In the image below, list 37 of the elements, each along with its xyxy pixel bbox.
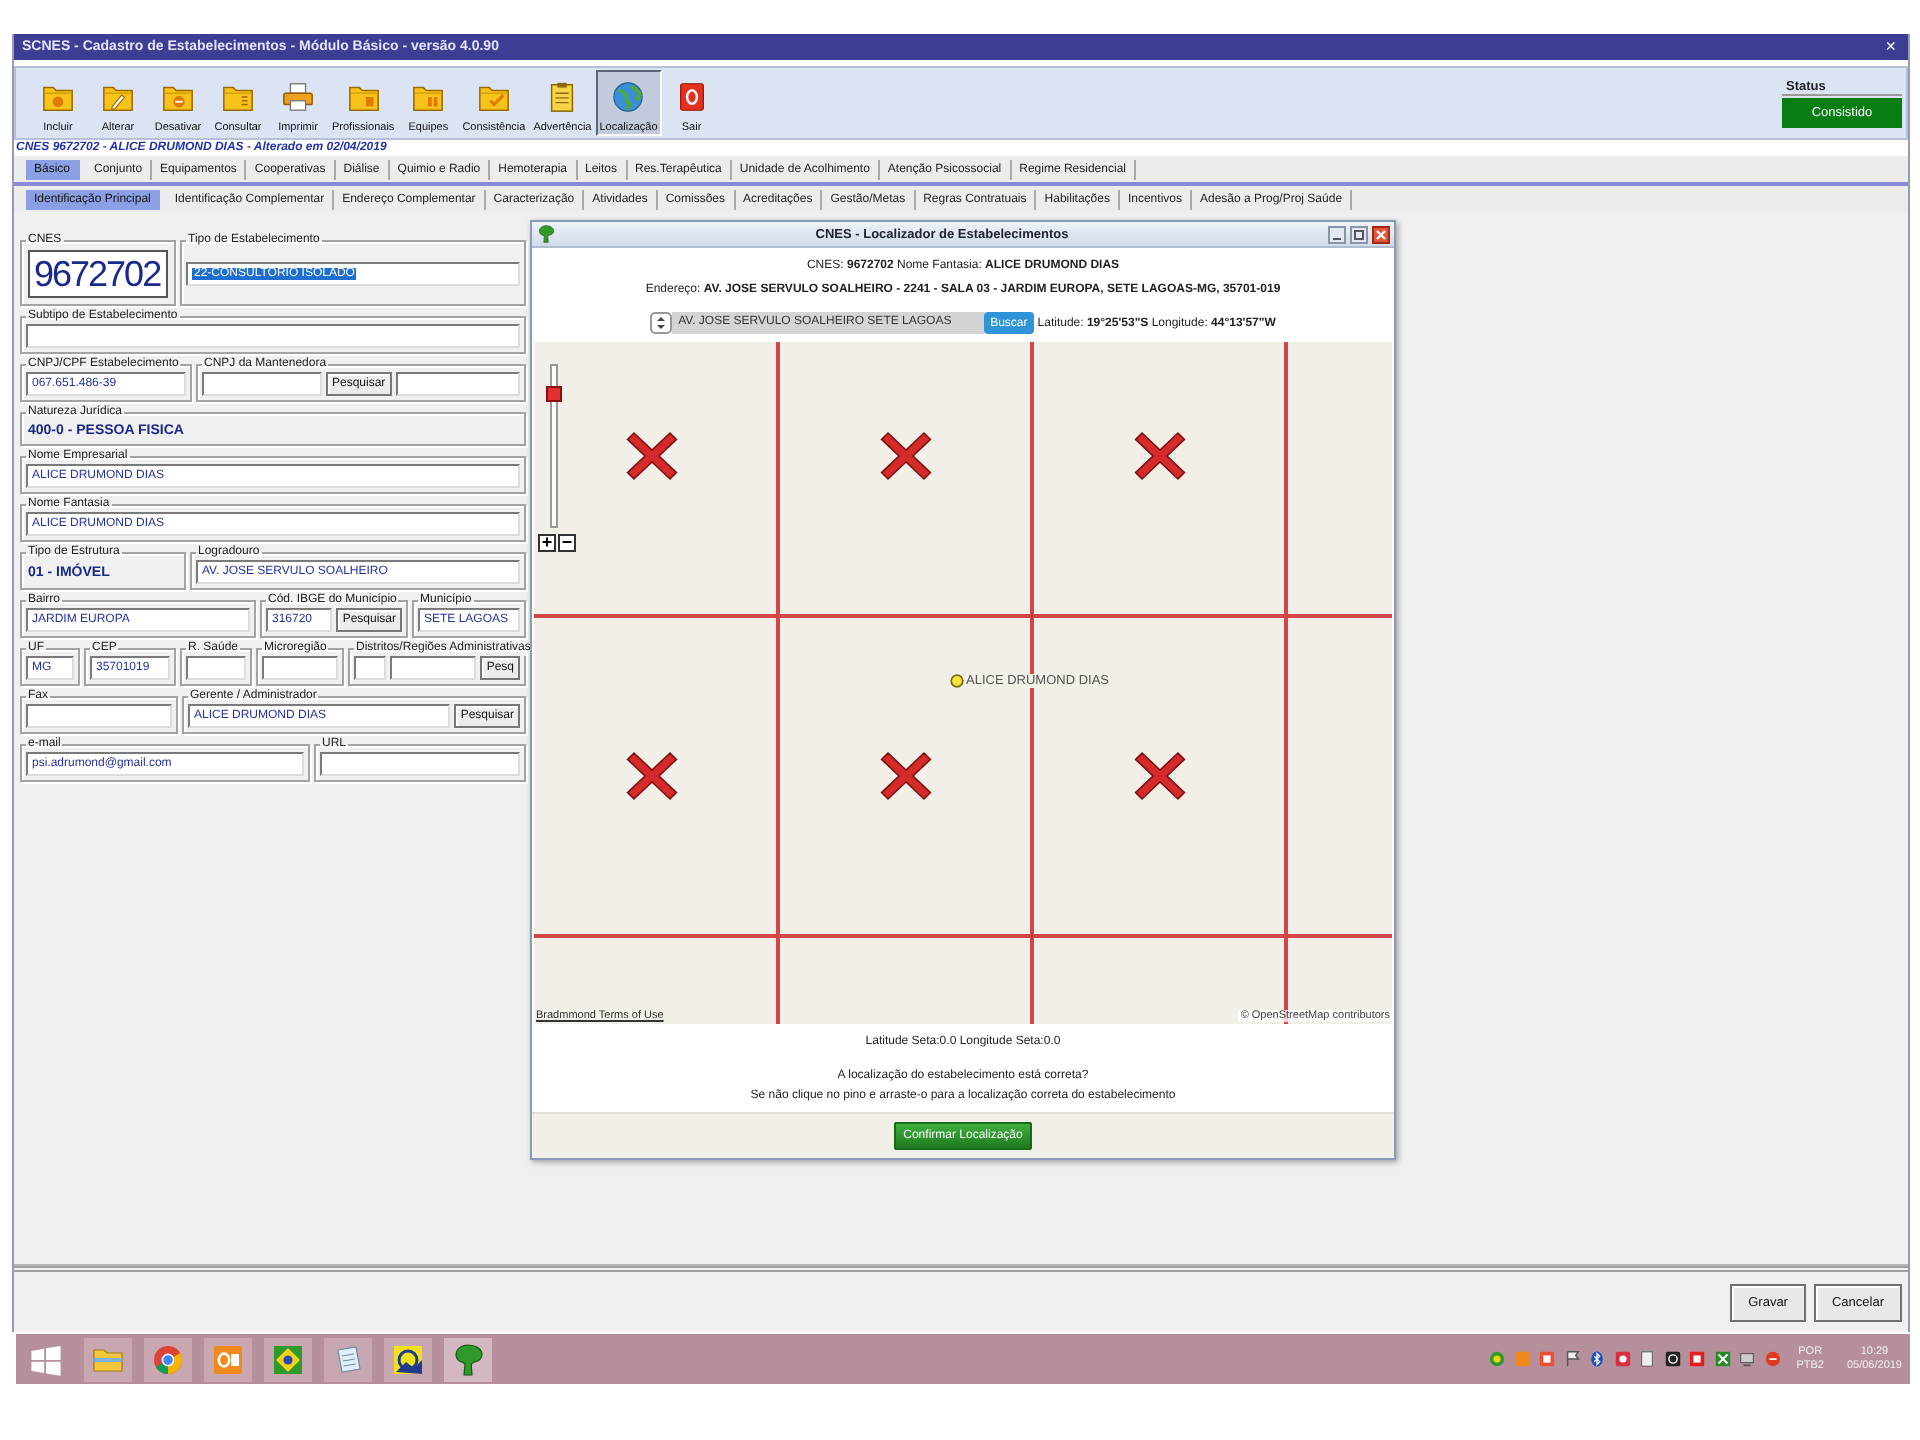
tray-icon[interactable]: [1563, 1350, 1582, 1368]
close-button[interactable]: ×: [1881, 38, 1900, 56]
close-button[interactable]: [1372, 225, 1390, 243]
tree-icon[interactable]: [444, 1337, 492, 1381]
minimize-button[interactable]: [1328, 225, 1346, 243]
zoom-slider[interactable]: [550, 364, 558, 528]
tray-icon[interactable]: [1663, 1350, 1682, 1368]
notepad-icon[interactable]: [324, 1337, 372, 1381]
text-field[interactable]: [262, 656, 338, 680]
tray-icon[interactable]: [1588, 1350, 1607, 1368]
text-field[interactable]: [395, 372, 520, 396]
maximize-button[interactable]: [1350, 225, 1368, 243]
x-mark-icon: [879, 428, 931, 484]
x-mark-icon: [625, 748, 677, 804]
zoom-slider-thumb[interactable]: [546, 385, 562, 402]
text-field[interactable]: [354, 656, 386, 680]
x-mark-icon: [625, 428, 677, 484]
browser-icon[interactable]: [144, 1337, 192, 1381]
x-mark-icon: [1133, 428, 1185, 484]
x-mark-icon: [1133, 748, 1185, 804]
text-field[interactable]: [390, 656, 477, 680]
zoom-out-button[interactable]: −: [558, 534, 576, 552]
spinner-icon[interactable]: [650, 312, 673, 334]
number-field: 9672702: [28, 250, 169, 298]
x-mark-icon: [879, 748, 931, 804]
zoom-in-button[interactable]: +: [538, 534, 556, 552]
text-field[interactable]: [186, 656, 246, 680]
text-field[interactable]: [26, 704, 172, 728]
text-field[interactable]: [202, 372, 322, 396]
text-field[interactable]: [320, 752, 520, 776]
text-field[interactable]: [26, 324, 520, 348]
image-tile-icon[interactable]: [384, 1337, 432, 1381]
printer-icon: [280, 80, 316, 114]
tree-icon: [536, 224, 556, 244]
globe-icon: [610, 80, 647, 114]
mail-app-icon[interactable]: [204, 1337, 252, 1381]
map-marker-icon[interactable]: [950, 674, 964, 688]
